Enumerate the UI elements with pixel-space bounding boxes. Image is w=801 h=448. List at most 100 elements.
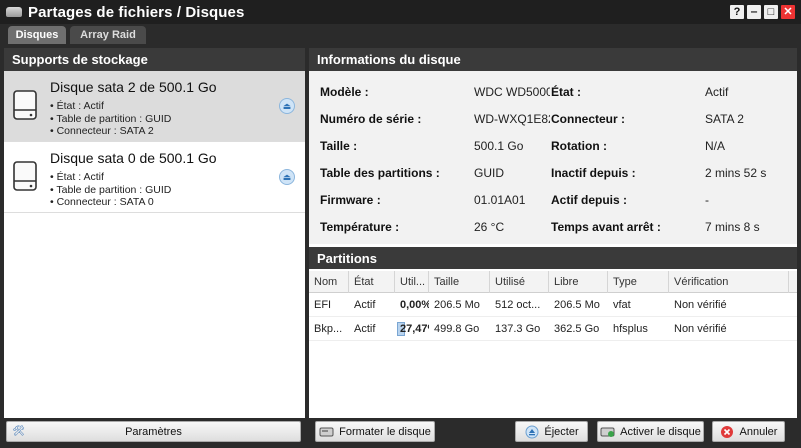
info-label: Temps avant arrêt : (551, 220, 661, 234)
disk-connector: • Connecteur : SATA 2 (50, 125, 154, 137)
partition-free: 362.5 Go (554, 323, 600, 335)
window-controls: ? ‒ □ ✕ (730, 5, 795, 19)
eject-icon (524, 425, 539, 438)
info-label: Numéro de série : (320, 112, 422, 126)
close-button[interactable]: ✕ (781, 5, 795, 19)
drive-icon (6, 7, 22, 17)
eject-button[interactable]: Éjecter (515, 421, 588, 442)
tab-array-raid[interactable]: Array Raid (70, 26, 146, 44)
disk-list-item[interactable]: Disque sata 0 de 500.1 Go • État : Actif… (4, 142, 305, 213)
cancel-button[interactable]: Annuler (712, 421, 785, 442)
info-value: 500.1 Go (474, 139, 524, 153)
activate-disk-icon (600, 425, 615, 438)
usage-text: 27,47% (400, 323, 429, 335)
partition-used: 512 oct... (495, 299, 541, 311)
format-disk-button-label: Formater le disque (339, 425, 431, 438)
info-value: WD-WXQ1E82 (474, 112, 550, 126)
partitions-header: Partitions (309, 247, 797, 269)
partitions-grid-header: Nom État Util... Taille Utilisé Libre Ty… (309, 271, 797, 293)
hard-disk-icon (13, 161, 37, 191)
eject-icon[interactable]: ⏏ (279, 98, 295, 114)
info-value: GUID (474, 166, 504, 180)
table-row[interactable]: EFI Actif 0,00% 206.5 Mo 512 oct... 206.… (309, 293, 797, 317)
activate-disk-button-label: Activer le disque (620, 425, 701, 438)
format-disk-button[interactable]: Formater le disque (315, 421, 435, 442)
hard-disk-icon (13, 90, 37, 120)
info-label: État : (551, 85, 581, 99)
disk-state: • État : Actif (50, 171, 104, 183)
info-label: Taille : (320, 139, 358, 153)
cancel-icon (720, 425, 735, 438)
partitions-grid: Nom État Util... Taille Utilisé Libre Ty… (309, 271, 797, 418)
info-label: Connecteur : (551, 112, 626, 126)
partition-check: Non vérifié (674, 323, 727, 335)
info-value: 2 mins 52 s (705, 166, 767, 180)
action-bar: 🛠 Paramètres Formater le disque Éjecter … (0, 418, 801, 448)
info-value: 7 mins 8 s (705, 220, 760, 234)
partition-free: 206.5 Mo (554, 299, 600, 311)
column-header-utilise[interactable]: Utilisé (490, 271, 549, 293)
usage-text: 0,00% (400, 299, 429, 311)
info-row: Température : 26 °C Temps avant arrêt : … (309, 214, 797, 241)
disk-info-table: Modèle : WDC WD5000 État : Actif Numéro … (309, 71, 797, 244)
disk-state: • État : Actif (50, 100, 104, 112)
help-button[interactable]: ? (730, 5, 744, 19)
info-value: 01.01A01 (474, 193, 526, 207)
disk-list-item[interactable]: Disque sata 2 de 500.1 Go • État : Actif… (4, 71, 305, 142)
eject-button-label: Éjecter (544, 425, 579, 438)
partition-used: 137.3 Go (495, 323, 541, 335)
partition-type: vfat (613, 299, 631, 311)
tab-disques[interactable]: Disques (8, 26, 66, 44)
info-row: Firmware : 01.01A01 Actif depuis : - (309, 187, 797, 214)
column-header-verification[interactable]: Vérification (669, 271, 789, 293)
partition-size: 499.8 Go (434, 323, 480, 335)
column-header-taille[interactable]: Taille (429, 271, 490, 293)
info-row: Taille : 500.1 Go Rotation : N/A (309, 133, 797, 160)
disk-partition-table: • Table de partition : GUID (50, 183, 172, 196)
maximize-button[interactable]: □ (764, 5, 778, 19)
partition-usage: 0,00% (395, 293, 429, 317)
partition-size: 206.5 Mo (434, 299, 480, 311)
disk-details: • État : Actif • Table de partition : GU… (50, 171, 171, 209)
partition-name: Bkp... (314, 323, 343, 335)
cancel-button-label: Annuler (739, 425, 778, 438)
settings-button[interactable]: 🛠 Paramètres (6, 421, 301, 442)
info-label: Firmware : (320, 193, 381, 207)
column-header-libre[interactable]: Libre (549, 271, 608, 293)
column-header-type[interactable]: Type (608, 271, 669, 293)
disk-title: Disque sata 0 de 500.1 Go (50, 150, 217, 166)
eject-icon[interactable]: ⏏ (279, 169, 295, 185)
tools-icon: 🛠 (12, 426, 25, 437)
column-header-etat[interactable]: État (349, 271, 395, 293)
column-header-utilisation[interactable]: Util... (395, 271, 429, 293)
partition-state: Actif (354, 323, 376, 335)
activate-disk-button[interactable]: Activer le disque (597, 421, 704, 442)
info-label: Inactif depuis : (551, 166, 636, 180)
disk-partition-table: • Table de partition : GUID (50, 112, 172, 125)
storage-panel: Supports de stockage Disque sata 2 de 50… (4, 48, 305, 418)
info-row: Modèle : WDC WD5000 État : Actif (309, 79, 797, 106)
settings-button-label: Paramètres (125, 425, 182, 438)
table-row[interactable]: Bkp... Actif 27,47% 499.8 Go 137.3 Go 36… (309, 317, 797, 341)
disk-info-header: Informations du disque (309, 48, 797, 71)
info-label: Table des partitions : (320, 166, 440, 180)
partition-check: Non vérifié (674, 299, 727, 311)
info-value: Actif (705, 85, 729, 99)
info-label: Température : (320, 220, 400, 234)
storage-panel-header: Supports de stockage (4, 48, 305, 71)
disk-info-panel: Informations du disque Modèle : WDC WD50… (309, 48, 797, 418)
disk-title: Disque sata 2 de 500.1 Go (50, 79, 217, 95)
info-label: Rotation : (551, 139, 607, 153)
info-value: SATA 2 (705, 112, 744, 126)
column-header-nom[interactable]: Nom (309, 271, 349, 293)
disk-details: • État : Actif • Table de partition : GU… (50, 100, 171, 138)
partition-usage: 27,47% (395, 317, 429, 341)
partition-type: hfsplus (613, 323, 648, 335)
info-label: Modèle : (320, 85, 369, 99)
title-bar: Partages de fichiers / Disques ? ‒ □ ✕ (0, 0, 801, 24)
info-label: Actif depuis : (551, 193, 628, 207)
minimize-button[interactable]: ‒ (747, 5, 761, 19)
window-title: Partages de fichiers / Disques (28, 3, 245, 21)
info-row: Numéro de série : WD-WXQ1E82 Connecteur … (309, 106, 797, 133)
partition-name: EFI (314, 299, 332, 311)
